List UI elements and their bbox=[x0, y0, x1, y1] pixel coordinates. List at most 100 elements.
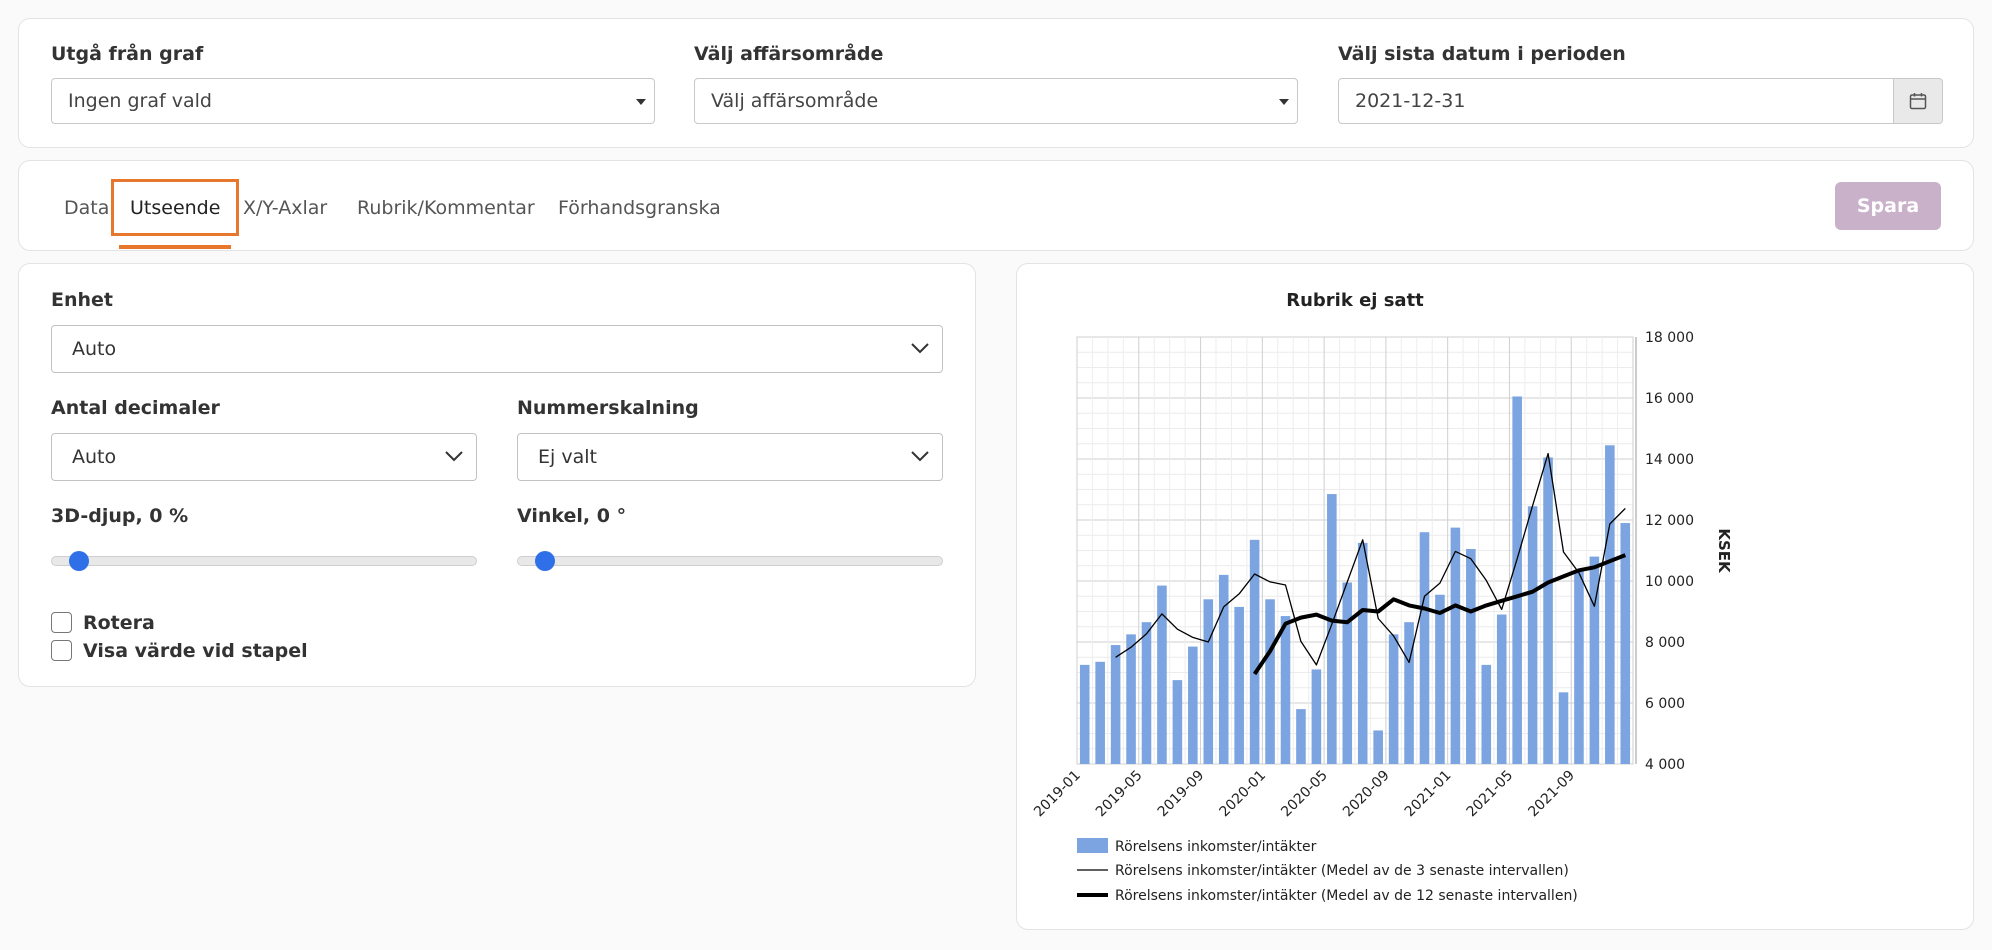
visa-varde-label: Visa värde vid stapel bbox=[83, 640, 308, 662]
chart-bar bbox=[1605, 445, 1615, 764]
y-tick-label: 8 000 bbox=[1645, 635, 1685, 651]
chevron-down-icon bbox=[445, 451, 463, 462]
y-tick-label: 18 000 bbox=[1645, 330, 1694, 346]
rotera-label: Rotera bbox=[83, 612, 155, 634]
filter-panel: Utgå från graf Ingen graf vald Välj affä… bbox=[18, 18, 1974, 148]
chart-bar bbox=[1126, 634, 1136, 764]
appearance-settings-panel: Enhet Auto Antal decimaler Auto Nummersk… bbox=[18, 263, 976, 687]
chart-bar bbox=[1172, 680, 1183, 764]
tab-forhandsgranska[interactable]: Förhandsgranska bbox=[558, 197, 721, 219]
vinkel-slider-thumb[interactable] bbox=[535, 551, 555, 571]
graph-select-label: Utgå från graf bbox=[51, 43, 204, 65]
x-tick-label: 2020-01 bbox=[1216, 768, 1269, 821]
graph-select[interactable]: Ingen graf vald bbox=[51, 78, 655, 124]
tab-xy-axlar[interactable]: X/Y-Axlar bbox=[243, 197, 327, 219]
y-tick-label: 6 000 bbox=[1645, 696, 1685, 712]
graph-select-value: Ingen graf vald bbox=[68, 90, 212, 112]
caret-down-icon bbox=[1279, 99, 1289, 105]
tab-bar: Data Utseende X/Y-Axlar Rubrik/Kommentar… bbox=[18, 160, 1974, 251]
decimaler-value: Auto bbox=[72, 446, 117, 468]
rotera-checkbox[interactable] bbox=[51, 612, 72, 633]
x-tick-label: 2020-05 bbox=[1278, 768, 1331, 821]
chart-bar bbox=[1496, 614, 1507, 764]
legend-label-3-month: Rörelsens inkomster/intäkter (Medel av d… bbox=[1115, 863, 1569, 879]
y-tick-label: 4 000 bbox=[1645, 757, 1685, 773]
chart-bar bbox=[1466, 548, 1476, 764]
chart-bar bbox=[1388, 634, 1399, 764]
chart-bar bbox=[1357, 542, 1368, 764]
area-select[interactable]: Välj affärsområde bbox=[694, 78, 1298, 124]
skalning-label: Nummerskalning bbox=[517, 397, 699, 419]
chart-bar bbox=[1203, 599, 1214, 764]
chart-bar bbox=[1265, 599, 1275, 764]
chart-bar bbox=[1435, 594, 1445, 764]
legend-label-12-month: Rörelsens inkomster/intäkter (Medel av d… bbox=[1115, 888, 1578, 904]
save-button[interactable]: Spara bbox=[1835, 182, 1941, 230]
visa-varde-checkbox[interactable] bbox=[51, 640, 72, 661]
area-select-label: Välj affärsområde bbox=[694, 43, 884, 65]
active-tab-underline bbox=[119, 245, 231, 249]
chart-bar bbox=[1419, 532, 1430, 764]
decimaler-label: Antal decimaler bbox=[51, 397, 220, 419]
chart-bar bbox=[1157, 585, 1167, 764]
chart-title: Rubrik ej satt bbox=[1286, 290, 1424, 311]
chart-bar bbox=[1373, 730, 1383, 764]
chart-bar bbox=[1141, 622, 1152, 764]
chart-bar bbox=[1296, 709, 1306, 764]
y-tick-label: 10 000 bbox=[1645, 574, 1694, 590]
tab-rubrik-kommentar[interactable]: Rubrik/Kommentar bbox=[357, 197, 535, 219]
x-tick-label: 2021-09 bbox=[1525, 768, 1578, 821]
y-tick-label: 16 000 bbox=[1645, 391, 1694, 407]
chart-bar bbox=[1327, 494, 1337, 764]
chevron-down-icon bbox=[911, 451, 929, 462]
tab-data[interactable]: Data bbox=[64, 197, 109, 219]
chart-bar bbox=[1311, 669, 1322, 764]
area-select-value: Välj affärsområde bbox=[711, 90, 879, 112]
chart-bar bbox=[1558, 692, 1569, 764]
date-input-value: 2021-12-31 bbox=[1355, 90, 1466, 112]
skalning-value: Ej valt bbox=[538, 446, 597, 468]
chart-bar bbox=[1574, 570, 1584, 764]
x-tick-label: 2019-09 bbox=[1155, 768, 1208, 821]
chart-bar bbox=[1188, 646, 1198, 764]
y-tick-label: 14 000 bbox=[1645, 452, 1694, 468]
x-tick-label: 2019-05 bbox=[1093, 768, 1146, 821]
chart-bar bbox=[1450, 527, 1461, 764]
x-tick-label: 2021-05 bbox=[1464, 768, 1517, 821]
djup-slider-track[interactable] bbox=[51, 556, 477, 566]
chart-bar bbox=[1095, 661, 1105, 764]
x-tick-label: 2020-09 bbox=[1340, 768, 1393, 821]
date-input[interactable]: 2021-12-31 bbox=[1338, 78, 1894, 124]
decimaler-select[interactable]: Auto bbox=[51, 433, 477, 481]
chevron-down-icon bbox=[911, 343, 929, 354]
enhet-select[interactable]: Auto bbox=[51, 325, 943, 373]
chart-bar bbox=[1079, 664, 1090, 764]
date-input-label: Välj sista datum i perioden bbox=[1338, 43, 1626, 65]
chart-preview-panel: 4 000 6 000 8 000 10 000 12 000 14 000 16 000 1… bbox=[1016, 263, 1974, 930]
djup-slider-thumb[interactable] bbox=[69, 551, 89, 571]
chart-bar bbox=[1481, 664, 1492, 764]
chart-bar bbox=[1234, 606, 1244, 764]
chart-bar bbox=[1620, 523, 1631, 764]
y-tick-label: 12 000 bbox=[1645, 513, 1694, 529]
vinkel-slider-track[interactable] bbox=[517, 556, 943, 566]
chart-bar bbox=[1543, 457, 1553, 764]
chart-bar bbox=[1527, 506, 1538, 764]
legend-label-bars: Rörelsens inkomster/intäkter bbox=[1115, 839, 1317, 855]
y-axis-title: KSEK bbox=[1715, 528, 1733, 574]
enhet-label: Enhet bbox=[51, 289, 114, 311]
chart-bar bbox=[1110, 645, 1121, 764]
chart-bar bbox=[1280, 616, 1291, 764]
active-tab-highlight bbox=[111, 179, 239, 236]
legend-swatch-bars bbox=[1077, 838, 1108, 853]
x-tick-label: 2019-01 bbox=[1031, 768, 1084, 821]
calendar-icon bbox=[1909, 93, 1927, 110]
calendar-button[interactable] bbox=[1893, 78, 1943, 124]
skalning-select[interactable]: Ej valt bbox=[517, 433, 943, 481]
chart-svg: 4 000 6 000 8 000 10 000 12 000 14 000 16 000 1… bbox=[1031, 290, 1733, 904]
x-tick-label: 2021-01 bbox=[1402, 768, 1455, 821]
djup-label: 3D-djup, 0 % bbox=[51, 505, 189, 527]
chart-bar bbox=[1404, 622, 1414, 764]
caret-down-icon bbox=[636, 99, 646, 105]
enhet-value: Auto bbox=[72, 338, 117, 360]
